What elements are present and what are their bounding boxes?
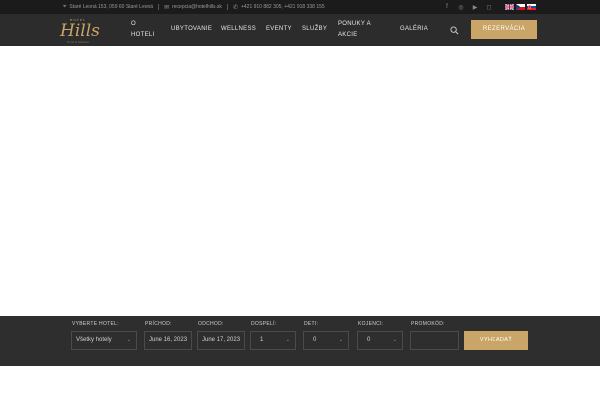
infants-label: KOJENCI:: [358, 321, 384, 327]
social-links: f ◎ ▶ ◻: [440, 0, 496, 14]
arrival-date-input[interactable]: June 16, 2023: [144, 331, 192, 350]
hotel-select[interactable]: Všetky hotely ⌄: [71, 331, 137, 350]
arrival-label: PRÍCHOD:: [145, 321, 172, 327]
promo-code-input[interactable]: [410, 331, 459, 350]
nav-offers-line1[interactable]: PONUKY A: [338, 21, 371, 27]
address-item: ⌖ Staré Leoná 153, 059 60 Staré Leoná: [63, 4, 153, 11]
phone-link[interactable]: +421 910 882 305, +421 918 338 155: [241, 4, 325, 10]
search-availability-button[interactable]: VYHĽADAŤ: [464, 331, 528, 350]
divider: [226, 4, 228, 10]
address-text: Staré Leoná 153, 059 60 Staré Leoná: [69, 4, 154, 10]
reservation-button[interactable]: REZERVÁCIA: [471, 20, 537, 39]
tripadvisor-icon[interactable]: ◎: [454, 4, 468, 11]
facebook-icon[interactable]: f: [440, 4, 454, 10]
children-select[interactable]: 0 ⌄: [303, 331, 349, 350]
chevron-down-icon: ⌄: [126, 337, 131, 343]
czech-flag-icon[interactable]: [516, 4, 525, 10]
departure-label: ODCHOD:: [198, 321, 224, 327]
phone-item[interactable]: ✆ +421 910 882 305, +421 918 338 155: [233, 4, 325, 11]
nav-about-line2[interactable]: HOTELI: [131, 32, 154, 38]
phone-icon: ✆: [232, 4, 238, 11]
nav-accommodation[interactable]: UBYTOVANIE: [171, 26, 212, 32]
nav-gallery[interactable]: GALÉRIA: [400, 26, 428, 32]
infants-value: 0: [367, 337, 371, 343]
mail-icon: ✉: [164, 4, 170, 11]
departure-date-value: June 17, 2023: [202, 337, 241, 343]
contact-info: ⌖ Staré Leoná 153, 059 60 Staré Leoná ✉ …: [63, 0, 325, 14]
map-pin-icon: ⌖: [63, 3, 67, 10]
uk-flag-icon[interactable]: [505, 4, 514, 10]
nav-wellness[interactable]: WELLNESS: [221, 26, 256, 32]
search-icon[interactable]: [450, 26, 459, 35]
promo-code-label: PROMOKÓD:: [411, 321, 445, 327]
logo-text: Hills: [60, 21, 100, 41]
nav-offers-line2[interactable]: AKCIE: [338, 32, 358, 38]
logo-top-text: HOTEL: [69, 18, 87, 22]
children-value: 0: [313, 337, 317, 343]
slovak-flag-icon[interactable]: [527, 4, 536, 10]
email-link[interactable]: recepcia@hotelhills.sk: [172, 4, 222, 10]
chevron-down-icon: ⌄: [392, 337, 397, 343]
nav-about-line1[interactable]: O: [131, 21, 136, 27]
departure-date-input[interactable]: June 17, 2023: [197, 331, 245, 350]
main-navbar: HOTEL Hills Hotel & Wellness O HOTELI UB…: [0, 14, 600, 46]
email-item[interactable]: ✉ recepcia@hotelhills.sk: [164, 4, 222, 11]
divider: [158, 4, 160, 10]
hotel-select-value: Všetky hotely: [76, 337, 112, 343]
logo-tagline: Hotel & Wellness: [67, 41, 89, 44]
chevron-down-icon: ⌄: [338, 337, 343, 343]
infants-select[interactable]: 0 ⌄: [357, 331, 403, 350]
hotel-logo[interactable]: HOTEL Hills Hotel & Wellness: [60, 16, 100, 45]
instagram-icon[interactable]: ◻: [482, 4, 496, 11]
arrival-date-value: June 16, 2023: [149, 337, 188, 343]
booking-bar: VYBERTE HOTEL: Všetky hotely ⌄ PRÍCHOD: …: [0, 316, 600, 366]
top-info-bar: ⌖ Staré Leoná 153, 059 60 Staré Leoná ✉ …: [0, 0, 600, 14]
chevron-down-icon: ⌄: [285, 337, 290, 343]
adults-select[interactable]: 1 ⌄: [250, 331, 296, 350]
hotel-select-label: VYBERTE HOTEL:: [72, 321, 119, 327]
adults-label: DOSPELÍ:: [251, 321, 277, 327]
children-label: DETI:: [304, 321, 319, 327]
nav-services[interactable]: SLUŽBY: [302, 26, 327, 32]
nav-events[interactable]: EVENTY: [266, 26, 292, 32]
adults-value: 1: [260, 337, 264, 343]
youtube-icon[interactable]: ▶: [468, 4, 482, 11]
language-switcher: [505, 4, 536, 10]
